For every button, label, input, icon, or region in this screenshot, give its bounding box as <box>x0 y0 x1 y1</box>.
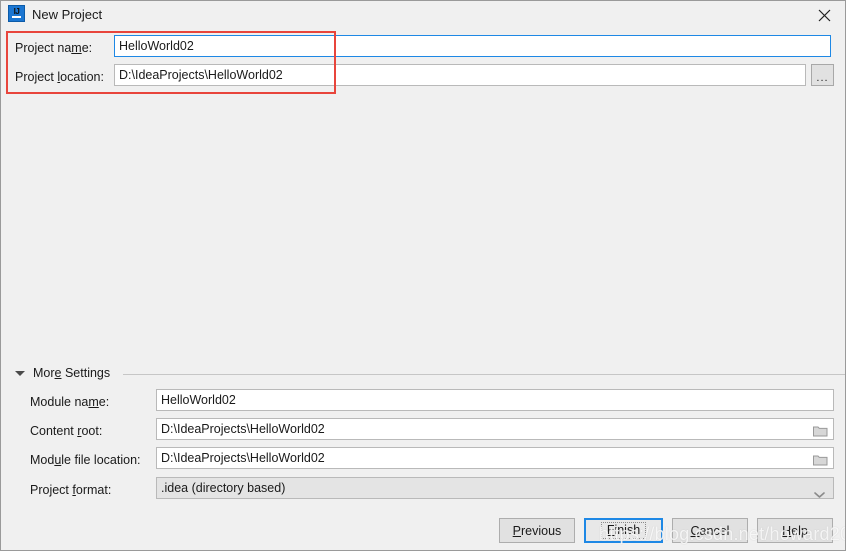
more-settings-toggle[interactable]: More Settings <box>15 366 110 380</box>
more-settings-separator <box>123 374 845 375</box>
previous-button[interactable]: Previous <box>499 518 575 543</box>
help-button-label: Help <box>782 523 808 538</box>
module-file-location-input[interactable]: D:\IdeaProjects\HelloWorld02 <box>156 447 834 469</box>
content-root-input[interactable]: D:\IdeaProjects\HelloWorld02 <box>156 418 834 440</box>
project-format-value: .idea (directory based) <box>161 481 286 495</box>
close-icon <box>818 9 830 21</box>
module-file-location-label: Module file location: <box>30 453 141 467</box>
module-name-input[interactable]: HelloWorld02 <box>156 389 834 411</box>
app-icon-bar <box>12 16 21 18</box>
project-location-browse-button[interactable]: ... <box>811 64 834 86</box>
project-name-value: HelloWorld02 <box>119 39 194 53</box>
module-name-label: Module name: <box>30 395 110 409</box>
chevron-down-icon <box>15 371 25 376</box>
finish-button[interactable]: Finish <box>584 518 663 543</box>
chevron-down-icon <box>814 485 825 498</box>
folder-icon[interactable] <box>813 452 828 466</box>
project-name-label: Project name: <box>15 41 93 55</box>
more-settings-label: More Settings <box>33 366 111 380</box>
project-location-label: Project location: <box>15 70 104 84</box>
content-root-label: Content root: <box>30 424 103 438</box>
project-format-select[interactable]: .idea (directory based) <box>156 477 834 499</box>
cancel-button[interactable]: Cancel <box>672 518 748 543</box>
folder-icon[interactable] <box>813 423 828 437</box>
project-name-input[interactable]: HelloWorld02 <box>114 35 831 57</box>
ellipsis-icon: ... <box>816 72 829 84</box>
cancel-button-label: Cancel <box>690 523 730 538</box>
project-location-input[interactable]: D:\IdeaProjects\HelloWorld02 <box>114 64 806 86</box>
module-file-location-value: D:\IdeaProjects\HelloWorld02 <box>161 451 325 465</box>
close-window-button[interactable] <box>801 1 845 29</box>
finish-button-label: Finish <box>600 522 647 539</box>
new-project-dialog: IJ New Project Project name: HelloWorld0… <box>0 0 846 551</box>
content-root-value: D:\IdeaProjects\HelloWorld02 <box>161 422 325 436</box>
project-location-value: D:\IdeaProjects\HelloWorld02 <box>119 68 283 82</box>
title-bar: IJ New Project <box>1 1 845 29</box>
help-button[interactable]: Help <box>757 518 833 543</box>
module-name-value: HelloWorld02 <box>161 393 236 407</box>
previous-button-label: Previous <box>512 523 562 538</box>
project-format-label: Project format: <box>30 483 112 497</box>
intellij-idea-icon: IJ <box>8 5 25 22</box>
app-icon-letters: IJ <box>13 7 20 16</box>
window-title: New Project <box>32 7 103 22</box>
